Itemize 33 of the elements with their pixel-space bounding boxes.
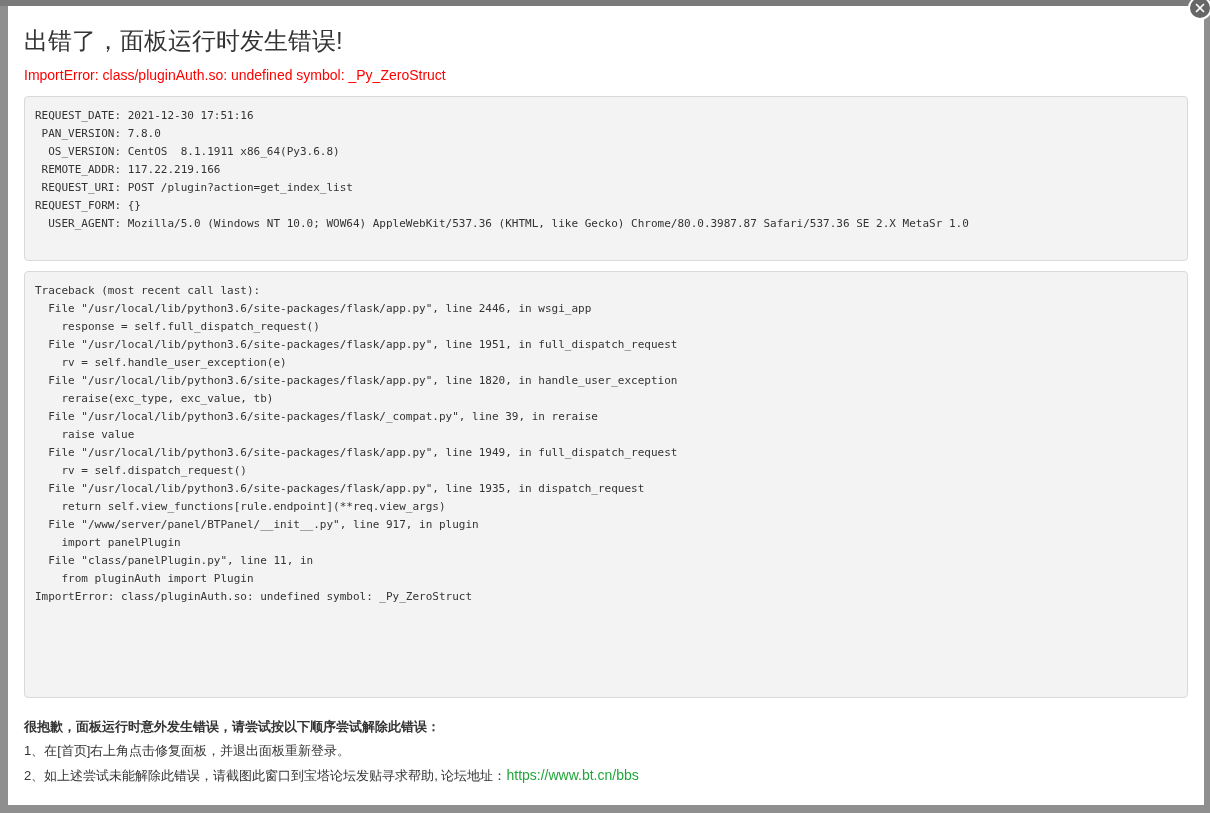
help-step: 1、在[首页]右上角点击修复面板，并退出面板重新登录。	[24, 739, 1188, 763]
code-line: File "/usr/local/lib/python3.6/site-packages/flask/_compat.py", line 39, in reraise	[47, 409, 599, 425]
code-line: ImportError: class/pluginAuth.so: undefined symbol: _Py_ZeroStruct	[35, 589, 474, 605]
dialog-title: 出错了，面板运行时发生错误!	[24, 26, 343, 56]
code-line: REQUEST_DATE: 2021-12-30 17:51:16	[35, 108, 255, 124]
code-line: PAN_VERSION: 7.8.0	[40, 126, 162, 142]
code-line: File "/usr/local/lib/python3.6/site-packages/flask/app.py", line 2446, in wsgi_app	[47, 301, 593, 317]
help-heading: 很抱歉，面板运行时意外发生错误，请尝试按以下顺序尝试解除此错误：	[24, 718, 441, 736]
code-line: USER_AGENT: Mozilla/5.0 (Windows NT 10.0; WOW64) AppleWebKit/537.36 (KHTML, like Gecko) Chrome/80.0.3987.87 Safari/537.36 SE 2.X MetaSr 1.0	[47, 216, 970, 232]
code-line: raise value	[60, 427, 136, 443]
code-line: Traceback (most recent call last):	[35, 283, 262, 299]
error-message: ImportError: class/pluginAuth.so: undefined symbol: _Py_ZeroStruct	[23, 66, 447, 85]
help-step: 2、如上述尝试未能解除此错误，请截图此窗口到宝塔论坛发贴寻求帮助, 论坛地址：https://www.bt.cn/bbs	[24, 763, 1188, 788]
code-line: reraise(exc_type, exc_value, tb)	[60, 391, 275, 407]
code-line: File "class/panelPlugin.py", line 11, in	[47, 553, 315, 569]
code-line: File "/usr/local/lib/python3.6/site-packages/flask/app.py", line 1935, in dispatch_request	[47, 481, 646, 497]
code-line: from pluginAuth import Plugin	[60, 571, 255, 587]
code-line: File "/usr/local/lib/python3.6/site-packages/flask/app.py", line 1820, in handle_user_exception	[47, 373, 679, 389]
close-icon	[1193, 1, 1207, 15]
code-line: response = self.full_dispatch_request()	[60, 319, 321, 335]
code-line: OS_VERSION: CentOS 8.1.1911 x86_64(Py3.6.8)	[47, 144, 341, 160]
code-line: File "/www/server/panel/BTPanel/__init__.py", line 917, in plugin	[47, 517, 480, 533]
code-line: return self.view_functions[rule.endpoint](**req.view_args)	[60, 499, 447, 515]
close-button[interactable]	[1188, 0, 1210, 20]
forum-link[interactable]: https://www.bt.cn/bbs	[506, 767, 639, 783]
code-line: rv = self.handle_user_exception(e)	[60, 355, 288, 371]
code-line: File "/usr/local/lib/python3.6/site-packages/flask/app.py", line 1951, in full_dispatch_request	[47, 337, 679, 353]
code-line: REQUEST_FORM: {}	[35, 198, 142, 214]
code-line: REMOTE_ADDR: 117.22.219.166	[40, 162, 222, 178]
code-line: import panelPlugin	[60, 535, 182, 551]
code-line: rv = self.dispatch_request()	[60, 463, 248, 479]
code-line: REQUEST_URI: POST /plugin?action=get_index_list	[40, 180, 354, 196]
code-line: File "/usr/local/lib/python3.6/site-packages/flask/app.py", line 1949, in full_dispatch_request	[47, 445, 679, 461]
